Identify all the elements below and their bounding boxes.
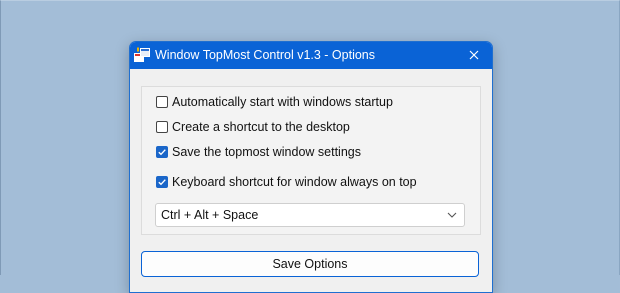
options-window: Window TopMost Control v1.3 - Options Au… bbox=[129, 41, 493, 293]
keyboard-shortcut-checkbox[interactable] bbox=[156, 176, 168, 188]
desktop-shortcut-checkbox[interactable] bbox=[156, 121, 168, 133]
option-desktop-shortcut[interactable]: Create a shortcut to the desktop bbox=[156, 118, 350, 136]
option-label: Save the topmost window settings bbox=[172, 145, 361, 159]
shortcut-select-value: Ctrl + Alt + Space bbox=[161, 208, 259, 222]
option-autostart[interactable]: Automatically start with windows startup bbox=[156, 93, 393, 111]
close-icon bbox=[469, 47, 479, 65]
chevron-down-icon[interactable] bbox=[442, 205, 462, 225]
window-title: Window TopMost Control v1.3 - Options bbox=[155, 48, 376, 62]
options-panel: Automatically start with windows startup… bbox=[141, 86, 481, 235]
app-windows-icon bbox=[134, 47, 151, 63]
option-label: Keyboard shortcut for window always on t… bbox=[172, 175, 417, 189]
option-keyboard-shortcut[interactable]: Keyboard shortcut for window always on t… bbox=[156, 173, 417, 191]
option-label: Automatically start with windows startup bbox=[172, 95, 393, 109]
option-label: Create a shortcut to the desktop bbox=[172, 120, 350, 134]
shortcut-select[interactable]: Ctrl + Alt + Space bbox=[155, 203, 465, 227]
option-save-settings[interactable]: Save the topmost window settings bbox=[156, 143, 361, 161]
checkmark-icon bbox=[158, 179, 166, 186]
close-button[interactable] bbox=[460, 44, 488, 67]
checkmark-icon bbox=[158, 149, 166, 156]
title-bar[interactable]: Window TopMost Control v1.3 - Options bbox=[130, 42, 492, 69]
save-settings-checkbox[interactable] bbox=[156, 146, 168, 158]
window-client-area: Automatically start with windows startup… bbox=[130, 69, 492, 292]
save-options-button[interactable]: Save Options bbox=[141, 251, 479, 277]
autostart-checkbox[interactable] bbox=[156, 96, 168, 108]
